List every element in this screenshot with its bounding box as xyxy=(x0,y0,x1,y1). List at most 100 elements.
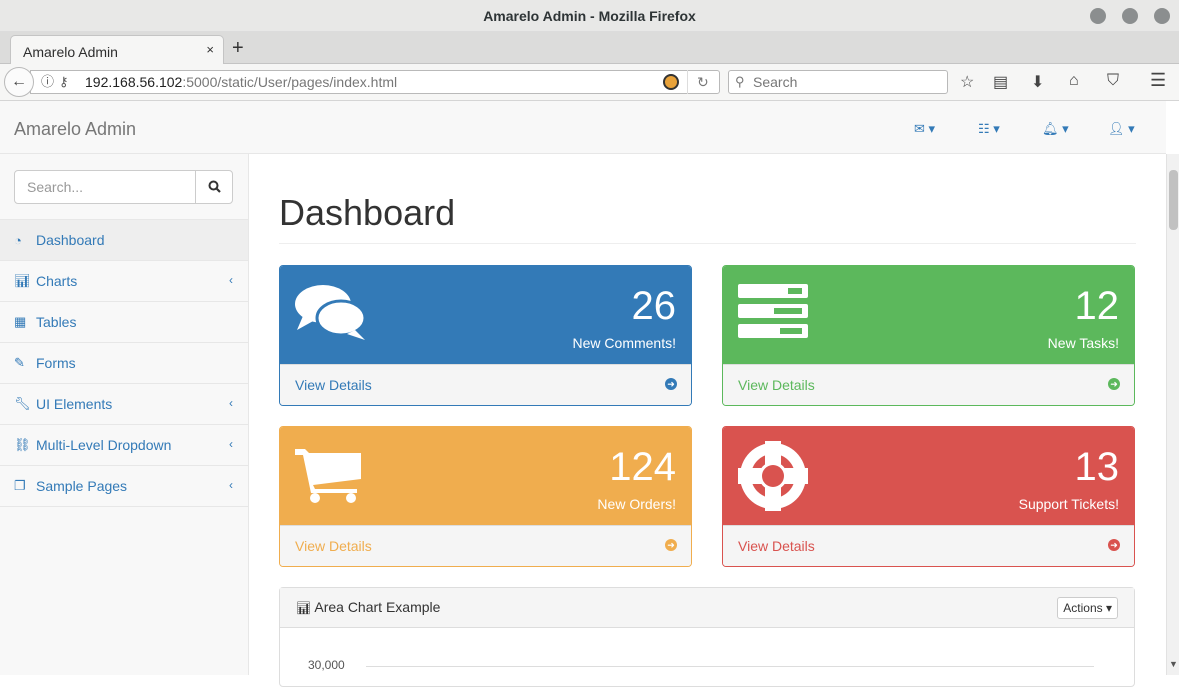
tasks-dropdown[interactable]: ☷ ▾ xyxy=(978,121,1000,137)
hamburger-menu-icon[interactable]: ☰ xyxy=(1150,70,1166,91)
sidebar-item-sample-pages[interactable]: ❐ Sample Pages ‹ xyxy=(0,466,248,507)
shopping-cart-icon xyxy=(295,449,361,503)
sidebar-item-label: Sample Pages xyxy=(36,478,128,494)
sidebar-item-label: Forms xyxy=(36,355,76,371)
chevron-left-icon: ‹ xyxy=(229,478,233,492)
panel-number: 12 xyxy=(1074,284,1120,328)
sidebar-search-input[interactable]: Search... xyxy=(14,170,196,204)
minimize-icon[interactable] xyxy=(1090,8,1106,24)
tab-title: Amarelo Admin xyxy=(23,44,118,60)
pocket-icon[interactable]: ⛉ xyxy=(1107,72,1119,90)
browser-search-input[interactable]: ⚲ Search xyxy=(728,70,948,94)
panel-support: 13 Support Tickets! View Details ➜ xyxy=(722,426,1135,567)
sidebar-item-charts[interactable]: 📊︎ Charts ‹ xyxy=(0,261,248,302)
back-button[interactable]: ← xyxy=(4,67,34,97)
close-window-icon[interactable] xyxy=(1154,8,1170,24)
reading-list-icon[interactable]: ▤ xyxy=(993,72,1008,92)
view-details-link[interactable]: View Details ➜ xyxy=(280,364,691,405)
chart-gridline xyxy=(366,666,1094,667)
panel-label: Support Tickets! xyxy=(1018,496,1119,512)
arrow-circle-right-icon: ➜ xyxy=(665,378,677,390)
arrow-circle-right-icon: ➜ xyxy=(1108,378,1120,390)
app-root: Amarelo Admin ✉ ▾ ☷ ▾ 🔔︎ ▾ 👤︎ ▾ Search..… xyxy=(0,101,1179,687)
info-icon[interactable]: ⓘ xyxy=(41,71,54,93)
main-content: Dashboard 26 New Comments! View Details … xyxy=(249,154,1166,687)
tab-close-icon[interactable]: × xyxy=(206,42,214,57)
chevron-left-icon: ‹ xyxy=(229,273,233,287)
life-ring-icon xyxy=(738,441,808,511)
bar-chart-icon: 📊︎ xyxy=(296,601,312,615)
panel-comments: 26 New Comments! View Details ➜ xyxy=(279,265,692,406)
alerts-dropdown[interactable]: 🔔︎ ▾ xyxy=(1042,121,1069,137)
edit-icon: ✎ xyxy=(14,355,25,370)
messages-dropdown[interactable]: ✉ ▾ xyxy=(914,121,935,137)
panel-number: 13 xyxy=(1074,445,1120,489)
sidebar-item-label: Dashboard xyxy=(36,232,105,248)
chevron-left-icon: ‹ xyxy=(229,437,233,451)
caret-down-icon: ▾ xyxy=(993,121,1000,136)
sidebar-item-label: UI Elements xyxy=(36,396,113,412)
sidebar-item-label: Charts xyxy=(36,273,78,289)
panel-number: 26 xyxy=(631,284,677,328)
wrench-icon: 🔧︎ xyxy=(14,396,31,411)
view-details-label: View Details xyxy=(295,377,372,393)
page-scrollbar[interactable]: ▼ xyxy=(1166,154,1179,675)
sidebar-search-button[interactable] xyxy=(195,170,233,204)
search-icon xyxy=(208,180,221,194)
panel-label: New Comments! xyxy=(572,335,676,351)
bookmark-star-icon[interactable]: ☆ xyxy=(960,72,974,92)
view-details-label: View Details xyxy=(738,538,815,554)
chart-panel-title: 📊︎ Area Chart Example xyxy=(296,599,440,615)
panel-label: New Orders! xyxy=(597,496,676,512)
reload-icon[interactable]: ↻ xyxy=(697,71,709,93)
panel-tasks: 12 New Tasks! View Details ➜ xyxy=(722,265,1135,406)
table-icon: ▦ xyxy=(14,314,27,329)
panel-heading: 124 New Orders! xyxy=(280,427,691,525)
maximize-icon[interactable] xyxy=(1122,8,1138,24)
scroll-down-icon[interactable]: ▼ xyxy=(1169,659,1178,669)
url-bar[interactable]: ⓘ ⚷ 192.168.56.102:5000/static/User/page… xyxy=(30,70,720,94)
sidebar-item-multi-level-dropdown[interactable]: ⛓ Multi-Level Dropdown ‹ xyxy=(0,425,248,466)
panel-heading: 13 Support Tickets! xyxy=(723,427,1134,525)
sidebar-item-tables[interactable]: ▦ Tables xyxy=(0,302,248,343)
sidebar-item-ui-elements[interactable]: 🔧︎ UI Elements ‹ xyxy=(0,384,248,425)
panel-heading: 26 New Comments! xyxy=(280,266,691,364)
chart-panel-heading: 📊︎ Area Chart Example Actions ▾ xyxy=(280,588,1134,628)
brand-title[interactable]: Amarelo Admin xyxy=(14,119,136,140)
view-details-link[interactable]: View Details ➜ xyxy=(280,525,691,566)
view-details-label: View Details xyxy=(295,538,372,554)
url-text: 192.168.56.102:5000/static/User/pages/in… xyxy=(85,71,397,93)
sidebar-item-dashboard[interactable]: ◔ Dashboard xyxy=(0,220,248,261)
key-icon: ⚷ xyxy=(59,74,69,89)
view-details-link[interactable]: View Details ➜ xyxy=(723,364,1134,405)
view-details-label: View Details xyxy=(738,377,815,393)
browser-search-placeholder: Search xyxy=(753,74,798,90)
panel-heading: 12 New Tasks! xyxy=(723,266,1134,364)
caret-down-icon: ▾ xyxy=(928,121,936,136)
caret-down-icon: ▾ xyxy=(1128,121,1135,136)
sidebar: Search... ◔ Dashboard 📊︎ Charts ‹ ▦ Tables ✎ For… xyxy=(0,154,249,675)
back-arrow-icon: ← xyxy=(11,73,27,90)
y-axis-tick: 30,000 xyxy=(308,658,345,672)
new-tab-button[interactable]: + xyxy=(232,37,244,60)
view-details-link[interactable]: View Details ➜ xyxy=(723,525,1134,566)
scrollbar-thumb[interactable] xyxy=(1169,170,1178,230)
files-icon: ❐ xyxy=(14,478,26,493)
arrow-circle-right-icon: ➜ xyxy=(665,539,677,551)
actions-dropdown-button[interactable]: Actions ▾ xyxy=(1057,597,1118,619)
browser-navbar: ⓘ ⚷ 192.168.56.102:5000/static/User/page… xyxy=(0,64,1179,101)
envelope-icon: ✉ xyxy=(914,121,925,136)
tasks-icon: ☷ xyxy=(978,121,990,136)
title-divider xyxy=(279,243,1136,244)
area-chart-panel: 📊︎ Area Chart Example Actions ▾ 30,000 xyxy=(279,587,1135,687)
home-icon[interactable]: ⌂ xyxy=(1069,72,1079,90)
addon-icon[interactable] xyxy=(663,74,679,90)
browser-tabbar: Amarelo Admin × + xyxy=(0,32,1179,65)
bar-chart-icon: 📊︎ xyxy=(14,273,31,288)
caret-down-icon: ▾ xyxy=(1105,601,1112,615)
browser-tab[interactable]: Amarelo Admin × xyxy=(10,35,224,65)
chevron-left-icon: ‹ xyxy=(229,396,233,410)
user-dropdown[interactable]: 👤︎ ▾ xyxy=(1108,121,1135,137)
download-icon[interactable]: ⬇ xyxy=(1031,72,1044,92)
sidebar-item-forms[interactable]: ✎ Forms xyxy=(0,343,248,384)
